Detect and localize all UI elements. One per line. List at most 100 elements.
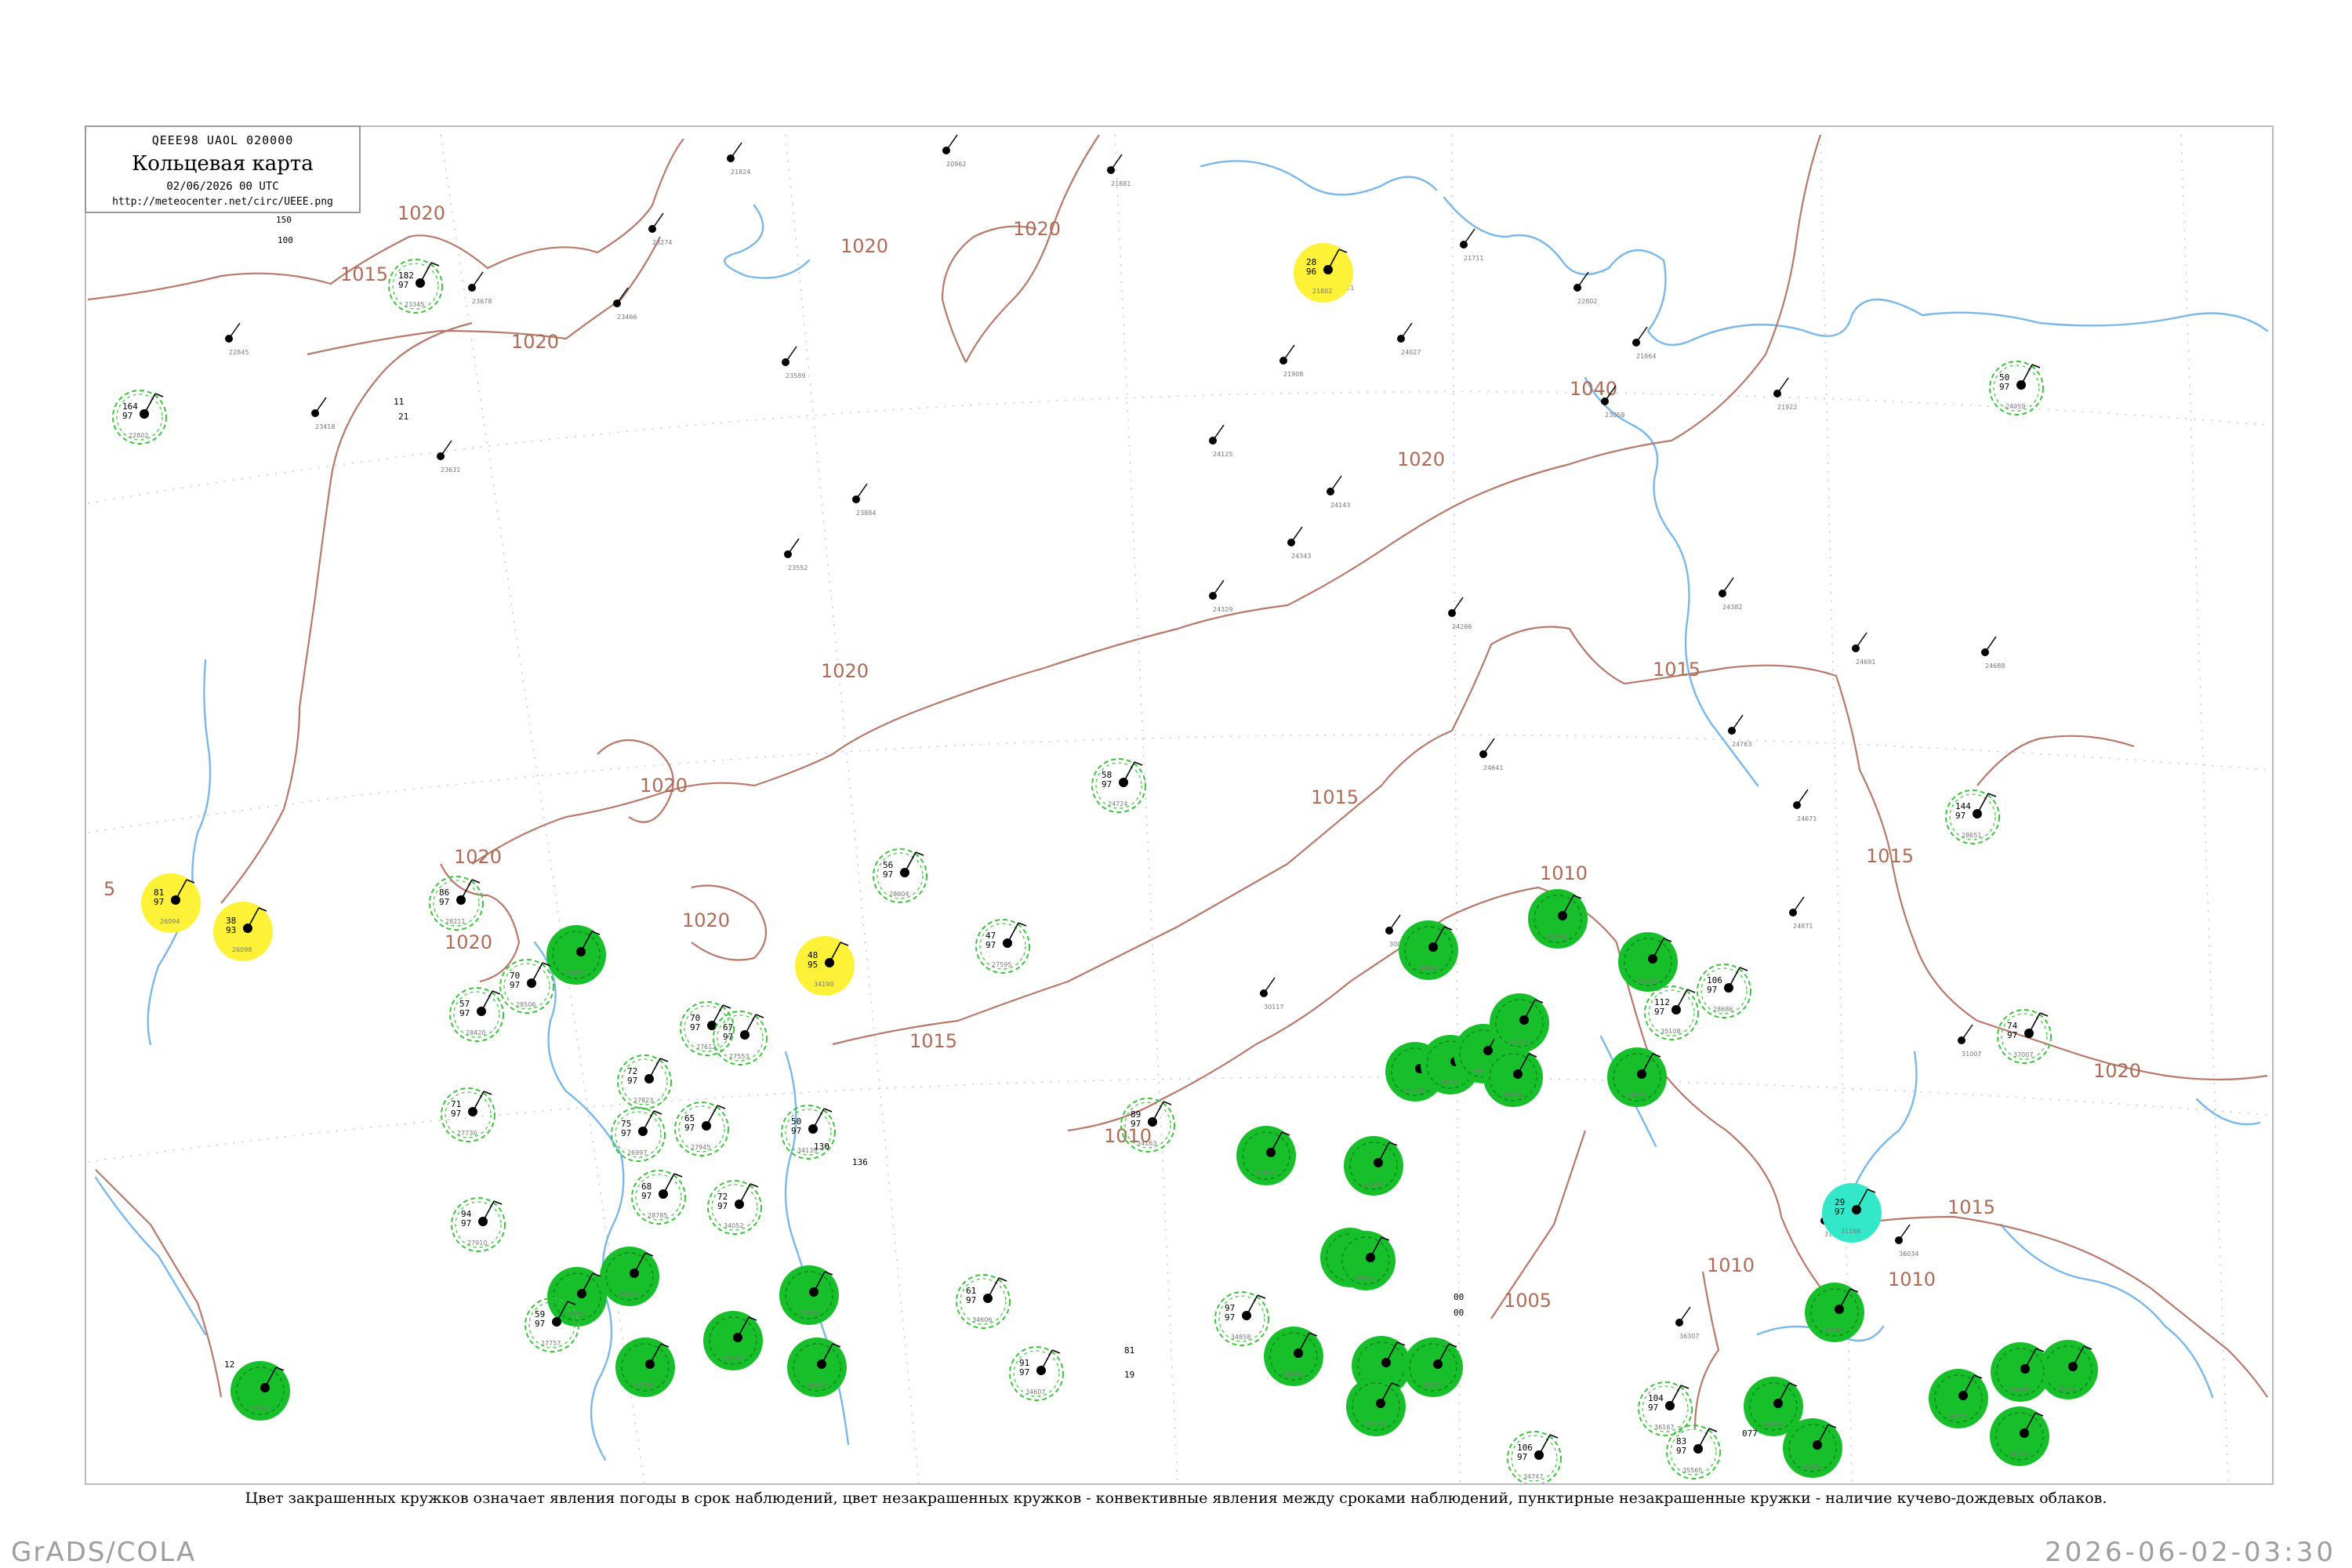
station-value: 21 xyxy=(398,412,408,422)
wind-barb xyxy=(616,287,629,304)
station-name: 23058 xyxy=(1605,412,1624,419)
station-dashed: 569728604 xyxy=(873,848,927,903)
wind-barb xyxy=(1330,475,1342,492)
station-name: 24871 xyxy=(1793,923,1813,930)
station-value: 00 xyxy=(1454,1308,1464,1318)
station-marker: 31007 xyxy=(1958,1024,1981,1058)
station-name: 37007 xyxy=(2013,1051,2033,1058)
station-dashed: 1649722802 xyxy=(112,390,167,445)
isobar-value-labels: 1020 1015 1020 1020 1020 1020 1020 1020 1020 1020… xyxy=(103,202,2141,1312)
wind-barb xyxy=(481,990,493,1012)
station-marker: 24343 xyxy=(1287,526,1311,560)
wind-barb xyxy=(787,538,800,555)
station-pressure: 97 xyxy=(985,940,996,950)
wind-barb xyxy=(812,1108,825,1130)
station-pressure: 97 xyxy=(1835,1207,1845,1217)
station-marker: 21711 xyxy=(1460,228,1483,262)
wind-barb xyxy=(1796,789,1809,806)
isobar-label: 1020 xyxy=(445,931,492,953)
station-name: 28506 xyxy=(516,1001,535,1008)
station-name: 36086 xyxy=(1802,1463,1821,1470)
station-marker: 24266 xyxy=(1448,597,1472,630)
isobar-label: 1010 xyxy=(1707,1254,1755,1276)
wind-barb xyxy=(1463,228,1475,245)
station-marker: 21864 xyxy=(1632,326,1656,360)
station-marker: 24027 xyxy=(1397,322,1421,356)
station-yellow: 289621802 xyxy=(1294,243,1353,303)
station-green: 36665 xyxy=(1991,1342,2050,1402)
station-name: 26098 xyxy=(232,946,252,953)
wind-barb xyxy=(143,393,156,415)
station-name: 35565 xyxy=(1682,1467,1702,1474)
station-pressure: 97 xyxy=(723,1032,733,1042)
station-name: 26094 xyxy=(160,918,180,925)
station-green: 34009 xyxy=(787,1338,847,1397)
station-pressure: 97 xyxy=(791,1126,801,1136)
station-name: 34646 xyxy=(1417,965,1437,972)
station-name: 24329 xyxy=(1213,606,1232,613)
wind-barb xyxy=(1538,1434,1551,1456)
station-pressure: 97 xyxy=(1131,1119,1141,1129)
station-green: 32523 xyxy=(1236,1126,1296,1185)
station-name: 24959 xyxy=(2005,403,2025,410)
source-url: http://meteocenter.net/circ/UEEE.png xyxy=(112,196,333,208)
wind-barb xyxy=(904,851,916,873)
station-name: 27823 xyxy=(633,1097,653,1104)
wind-barb xyxy=(1283,344,1295,361)
station-name: 35108 xyxy=(1404,1087,1424,1094)
station-dashed: 589724724 xyxy=(1091,758,1146,813)
station-dashed: 719727730 xyxy=(441,1087,495,1142)
station-name: 23345 xyxy=(405,301,424,308)
station-yellow: 389326098 xyxy=(213,902,273,961)
wind-barb xyxy=(1451,597,1464,614)
footer-timestamp: 2026-06-02-03:30 xyxy=(2045,1537,2336,1568)
station-dashed: 709728506 xyxy=(499,959,554,1014)
isobar-label: 1020 xyxy=(2093,1060,2141,1082)
station-dashed: 619734606 xyxy=(956,1274,1011,1329)
wind-barb xyxy=(1675,989,1688,1011)
wind-barb xyxy=(1212,579,1225,597)
wind-barb xyxy=(471,271,484,289)
station-rings: 1649722802182972334550972495928962180281… xyxy=(112,243,2098,1483)
wind-barb xyxy=(1679,1306,1691,1323)
station-name: 21908 xyxy=(1283,371,1303,378)
station-green: 35406 xyxy=(1490,993,1549,1053)
station-name: 34922 xyxy=(1422,1382,1442,1389)
isobar-label: 1015 xyxy=(909,1030,957,1052)
station-green: 36082 xyxy=(1805,1283,1864,1342)
wind-barb xyxy=(855,483,868,500)
isobar-label: 1020 xyxy=(640,775,688,797)
station-name: 34880 xyxy=(1283,1371,1302,1378)
station-value: 077 xyxy=(1742,1428,1758,1439)
station-green: 27786 xyxy=(615,1338,675,1397)
station-value: 150 xyxy=(276,215,292,225)
isobar-label: 1020 xyxy=(840,235,888,257)
station-name: 26997 xyxy=(627,1149,647,1156)
station-name: 32583 xyxy=(1363,1181,1382,1188)
station-name: 27910 xyxy=(467,1240,487,1247)
station-name: 20962 xyxy=(946,161,966,168)
station-cyan: 299731168 xyxy=(1822,1183,1882,1243)
station-dashed: 729734052 xyxy=(707,1180,762,1235)
wind-barb xyxy=(1722,577,1734,594)
station-name: 34824 xyxy=(1547,934,1566,941)
station-name: 28211 xyxy=(445,918,465,925)
station-pressure: 93 xyxy=(226,925,236,935)
station-name: 28604 xyxy=(889,891,909,898)
station-name: 28420 xyxy=(466,1029,485,1036)
station-name: 21802 xyxy=(1312,288,1332,295)
station-pressure: 97 xyxy=(535,1319,545,1329)
wind-barb xyxy=(1123,761,1135,783)
station-green: 27459 xyxy=(546,925,606,985)
wind-barb xyxy=(785,346,797,363)
station-extra-values: 150 100 11 21 12 130 136 81 19 00 00 077 xyxy=(224,215,1758,1439)
station-marker: 23678 xyxy=(468,271,492,305)
station-name: 27995 xyxy=(249,1406,269,1413)
station-name: 23589 xyxy=(786,372,805,379)
station-dashed: 839735565 xyxy=(1666,1425,1721,1479)
station-name: 21922 xyxy=(1777,404,1797,411)
station-name: 21881 xyxy=(1111,180,1131,187)
station-green: 34880 xyxy=(1264,1327,1323,1386)
isobar-label: 1010 xyxy=(1888,1269,1936,1290)
station-value: 11 xyxy=(394,397,404,407)
